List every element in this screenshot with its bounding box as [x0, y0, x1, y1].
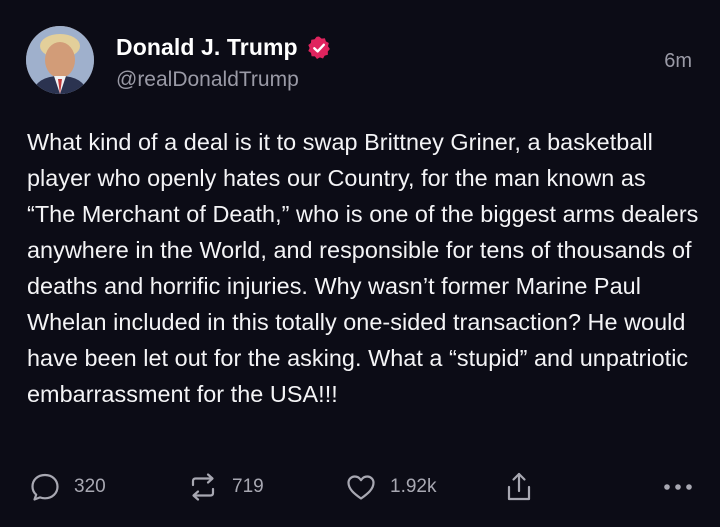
post-card: Donald J. Trump @realDonaldTrump 6m What…: [0, 0, 720, 527]
more-icon: [664, 484, 692, 490]
action-bar: 320 719 1.92k: [0, 470, 720, 510]
user-handle[interactable]: @realDonaldTrump: [116, 68, 299, 92]
display-name[interactable]: Donald J. Trump: [116, 34, 298, 61]
share-icon: [507, 472, 531, 501]
share-button[interactable]: [502, 470, 536, 504]
repost-icon: [191, 473, 215, 501]
verified-badge-icon: [306, 35, 332, 61]
avatar-image: [26, 26, 94, 94]
post-body: What kind of a deal is it to swap Brittn…: [27, 129, 699, 407]
like-count: 1.92k: [390, 476, 437, 497]
author-row: Donald J. Trump: [116, 34, 332, 61]
more-options-button[interactable]: [660, 470, 696, 504]
like-button[interactable]: 1.92k: [344, 470, 436, 504]
heart-icon: [347, 475, 375, 500]
reply-count: 320: [74, 476, 106, 497]
avatar[interactable]: [26, 26, 94, 94]
reply-icon: [31, 473, 59, 501]
reply-button[interactable]: 320: [28, 470, 106, 504]
repost-button[interactable]: 719: [186, 470, 264, 504]
post-timestamp: 6m: [664, 50, 692, 72]
repost-count: 719: [232, 476, 264, 497]
